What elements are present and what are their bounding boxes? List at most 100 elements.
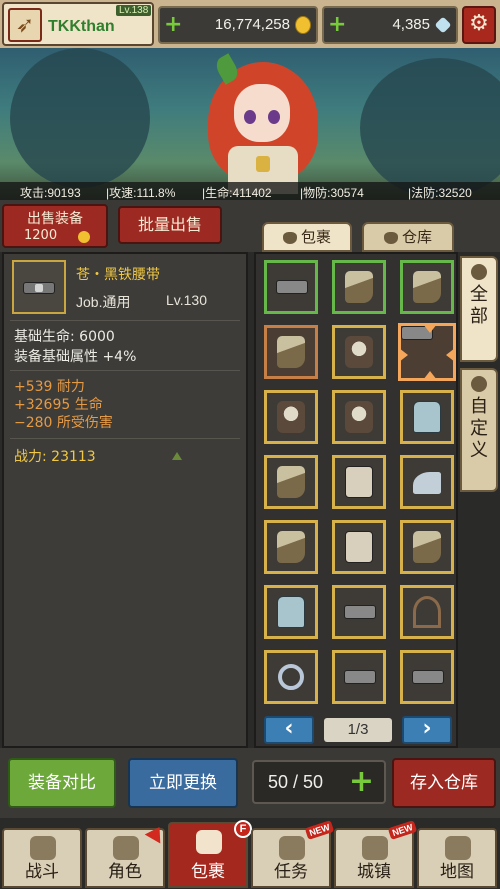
attr-stamina: +539 耐力 [14, 379, 85, 395]
armor-gem [256, 156, 270, 172]
divider [10, 438, 240, 439]
bulk-sell-button[interactable]: 批量出售 [118, 206, 222, 244]
warehouse-icon [383, 231, 398, 244]
background-tree [10, 48, 150, 188]
inventory-slot[interactable] [332, 260, 386, 314]
inventory-slot[interactable] [264, 260, 318, 314]
stat-attack-speed: |攻速:111.8% [106, 186, 176, 200]
hero-face [234, 84, 290, 142]
inventory-slot[interactable] [332, 520, 386, 574]
prev-page-button[interactable]: ‹ [264, 716, 314, 744]
capacity-value: 50 / 50 [268, 772, 324, 792]
expand-capacity-icon[interactable]: + [349, 764, 374, 799]
hero-eye [268, 110, 280, 124]
shirt-icon [277, 596, 305, 628]
inventory-slot[interactable] [264, 455, 318, 509]
full-badge: F [234, 820, 252, 838]
gold-coin-icon [78, 231, 90, 243]
inventory-slot[interactable] [332, 455, 386, 509]
selection-arrow-icon [446, 348, 455, 362]
inventory-slot[interactable] [400, 390, 454, 444]
sell-price: 1200 [24, 228, 58, 243]
sell-tab-row: 出售装备 1200 批量出售 包裹 仓库 [0, 200, 500, 252]
stats-bar: 攻击:90193 |攻速:111.8% |生命:411402 |物防:30574… [0, 182, 500, 200]
gauntlet-icon [345, 271, 373, 303]
nav-label: 任务 [274, 862, 308, 882]
nav-item[interactable]: 包裹 F [168, 820, 252, 888]
store-warehouse-button[interactable]: 存入仓库 [392, 758, 496, 808]
side-tab-all[interactable]: 全部 [460, 256, 498, 362]
new-badge: NEW [387, 820, 418, 840]
inventory-slot[interactable] [332, 325, 386, 379]
new-badge: NEW [304, 820, 335, 840]
boot-icon [413, 271, 441, 303]
nav-item[interactable]: 城镇 NEW [334, 820, 418, 888]
nav-item[interactable]: 战斗 [2, 828, 82, 888]
gold-counter[interactable]: + 16,774,258 [158, 6, 318, 44]
gem-counter[interactable]: + 4,385 [322, 6, 458, 44]
power-up-icon [172, 452, 182, 460]
nav-item[interactable]: 角色 [85, 822, 168, 888]
bottom-nav: 战斗 角色 包裹 F 任务 NEW 城镇 NEW 地图 [0, 818, 500, 889]
inventory-slot[interactable] [264, 585, 318, 639]
next-page-button[interactable]: › [402, 716, 452, 744]
nav-item[interactable]: 地图 [417, 828, 497, 888]
inventory-slot[interactable] [400, 650, 454, 704]
boot-icon [277, 466, 305, 498]
item-thumbnail [12, 260, 66, 314]
inventory-slot[interactable] [264, 650, 318, 704]
divider [10, 370, 240, 371]
inventory-slot[interactable] [264, 390, 318, 444]
player-level-badge: Lv.138 [116, 5, 152, 16]
stat-physical-def: |物防:30574 [300, 186, 364, 200]
settings-button[interactable]: ⚙ [462, 6, 496, 44]
nav-label: 城镇 [357, 862, 391, 882]
nav-label: 包裹 [191, 862, 225, 882]
page-indicator: 1/3 [324, 718, 392, 742]
inventory-slot[interactable] [264, 325, 318, 379]
gauntlet-icon [277, 531, 305, 563]
inventory-slot[interactable] [400, 585, 454, 639]
armor-icon [277, 401, 305, 433]
nav-label: 战斗 [25, 862, 59, 882]
inventory-slot[interactable] [332, 650, 386, 704]
tab-warehouse[interactable]: 仓库 [362, 222, 454, 252]
inventory-slot[interactable] [264, 520, 318, 574]
inventory-slot[interactable] [398, 323, 456, 381]
item-detail-panel: 苍・黑铁腰带 Job.通用 Lv.130 基础生命: 6000 装备基础属性 +… [2, 252, 248, 748]
belt-icon [23, 282, 55, 294]
base-bonus: 装备基础属性 +4% [14, 349, 137, 365]
player-name: TKKthan [48, 18, 115, 35]
inventory-slot[interactable] [400, 260, 454, 314]
hat-icon [413, 472, 441, 494]
inventory-slot[interactable] [400, 520, 454, 574]
top-bar: ➶ TKKthan Lv.138 + 16,774,258 + 4,385 ⚙ [0, 0, 500, 48]
side-tab-all-label: 全部 [470, 284, 488, 327]
chevron-left-icon: ‹ [284, 716, 294, 741]
bag-icon [282, 231, 297, 244]
bag-icon [196, 830, 222, 854]
stat-hp: |生命:411402 [202, 186, 272, 200]
base-hp: 基础生命: 6000 [14, 329, 115, 345]
compare-button[interactable]: 装备对比 [8, 758, 116, 808]
side-tab-custom[interactable]: 自定义 [460, 368, 498, 492]
tab-bag[interactable]: 包裹 [262, 222, 352, 252]
player-profile[interactable]: ➶ TKKthan Lv.138 [2, 2, 154, 46]
sell-item-button[interactable]: 出售装备 1200 [2, 204, 108, 248]
shirt-icon [413, 401, 441, 433]
nav-label: 角色 [108, 862, 142, 882]
boot-icon [277, 336, 305, 368]
belt-icon [276, 280, 308, 294]
replace-button[interactable]: 立即更换 [128, 758, 238, 808]
add-gold-icon[interactable]: + [164, 12, 182, 38]
ring-icon [278, 664, 304, 690]
pants-icon [345, 531, 373, 563]
inventory-slot[interactable] [332, 585, 386, 639]
inventory-slot[interactable] [332, 390, 386, 444]
bag-icon [471, 264, 487, 280]
nav-item[interactable]: 任务 NEW [251, 820, 335, 888]
add-gem-icon[interactable]: + [328, 12, 346, 38]
hero-banner [0, 48, 500, 200]
item-power: 战力: 23113 [14, 449, 96, 465]
inventory-slot[interactable] [400, 455, 454, 509]
